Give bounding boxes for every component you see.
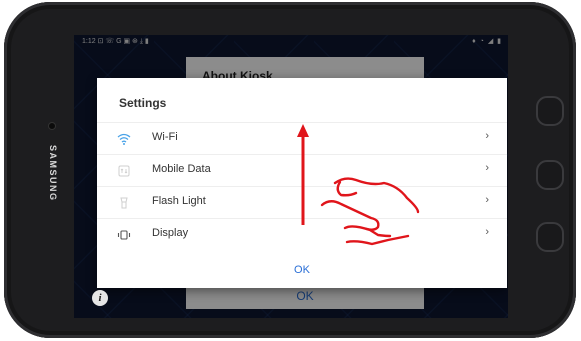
swipe-gesture-annotation xyxy=(297,124,420,246)
swipe-up-arrow-icon xyxy=(297,124,309,225)
pointing-hand-icon xyxy=(320,177,420,246)
